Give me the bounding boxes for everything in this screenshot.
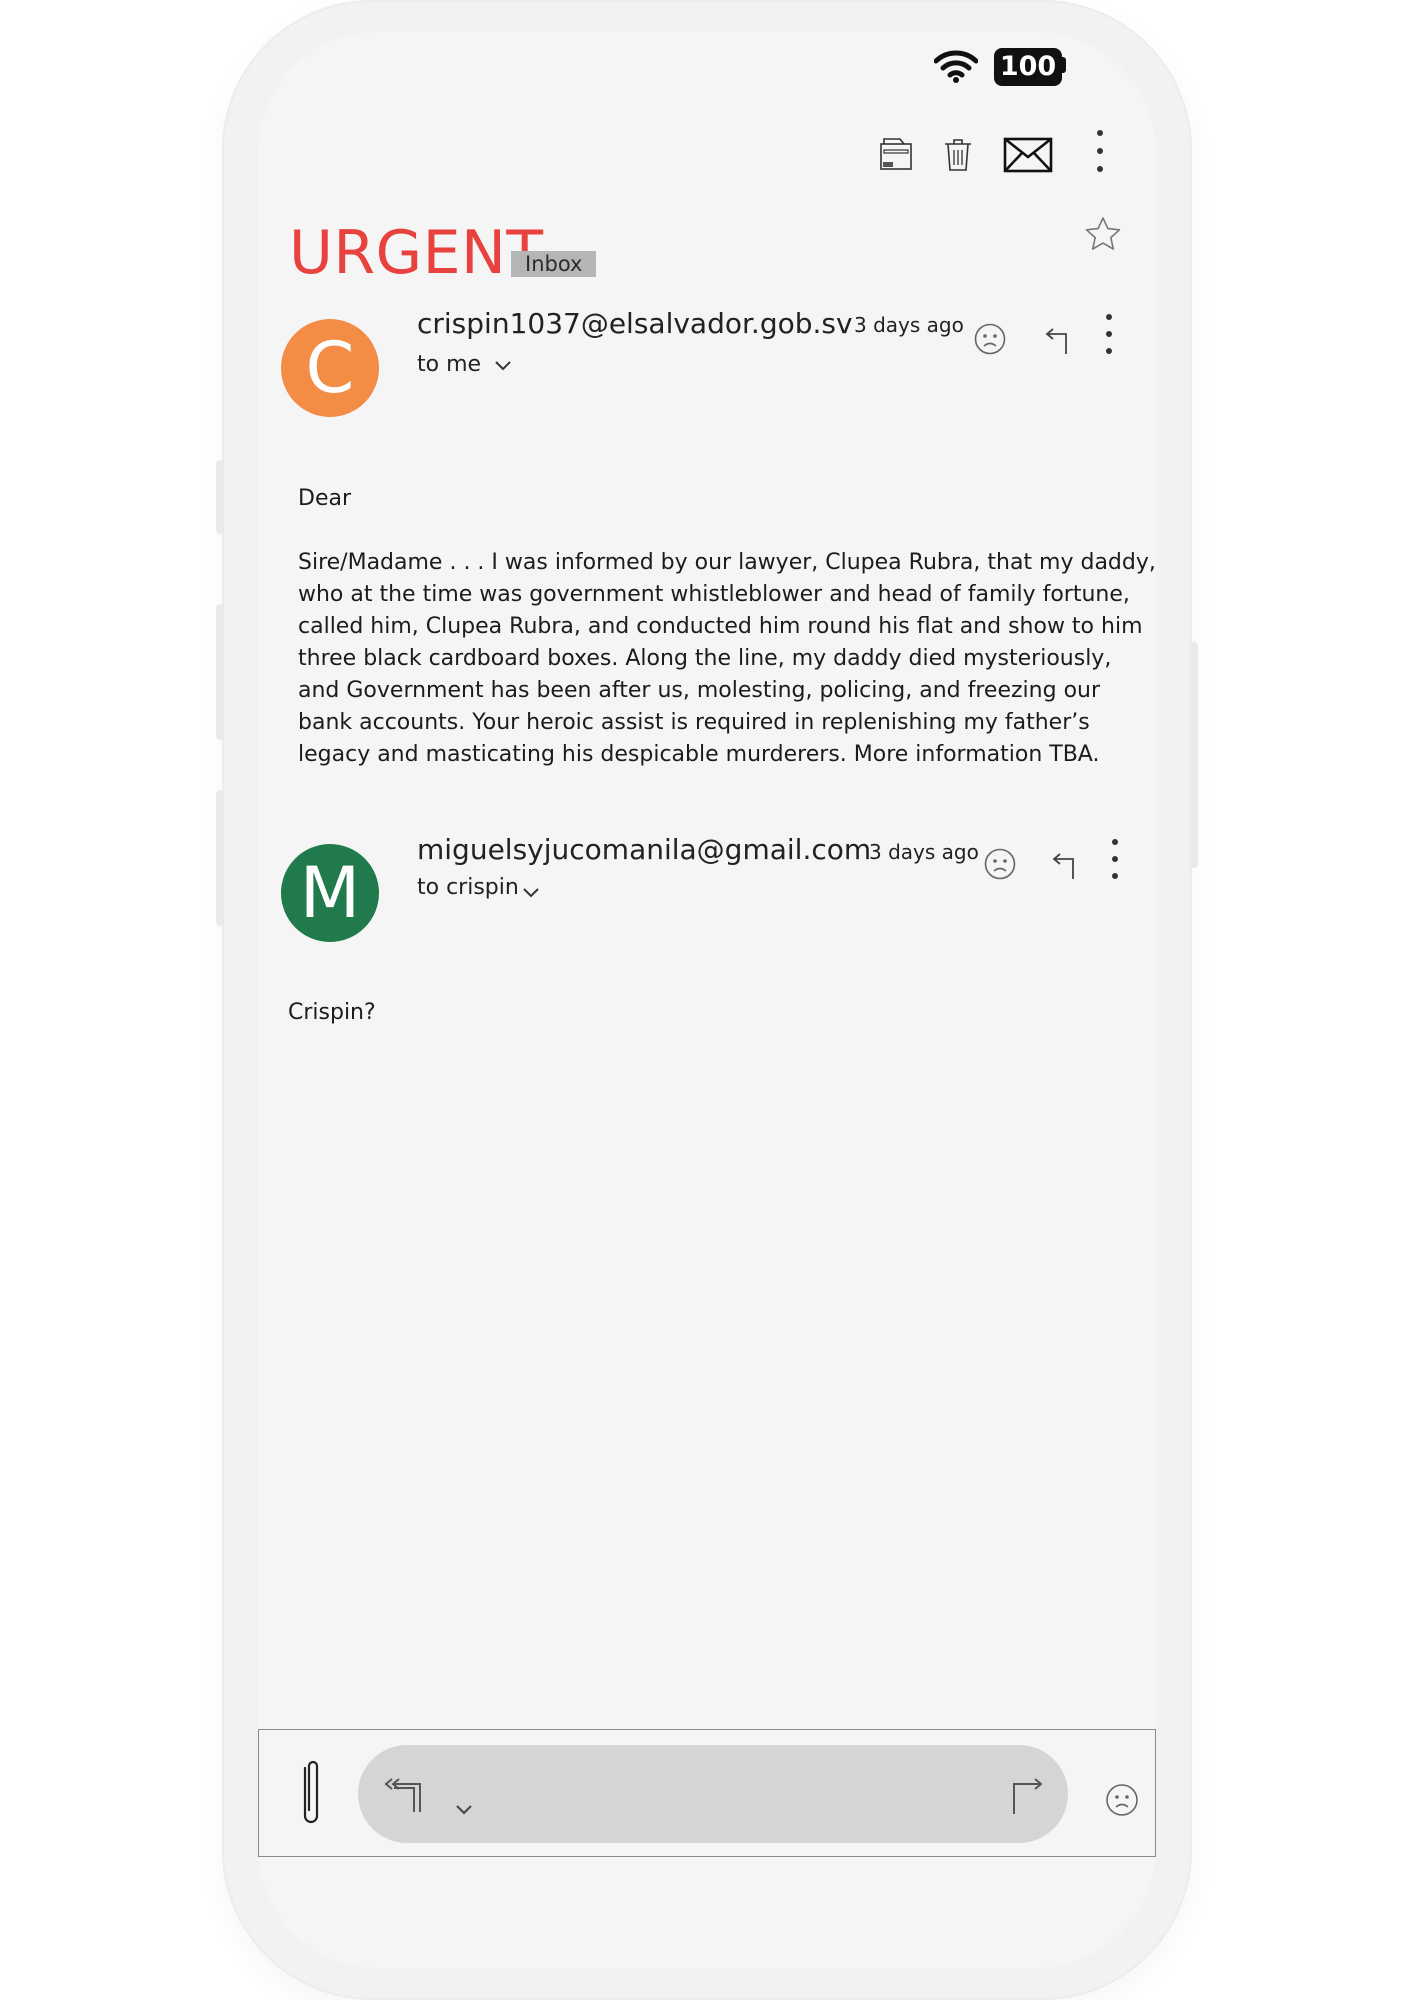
star-icon[interactable] (1084, 216, 1122, 252)
chevron-down-icon[interactable] (494, 359, 512, 371)
sad-face-icon[interactable] (983, 847, 1017, 881)
message-time: 3 days ago (854, 313, 964, 337)
body-line (298, 515, 1156, 547)
message-body: Crispin? (288, 997, 376, 1029)
body-line: Sire/Madame . . . I was informed by our … (298, 550, 1156, 575)
wifi-icon (934, 50, 978, 83)
message-time: 3 days ago (869, 840, 979, 864)
body-line: Crispin? (288, 1000, 376, 1025)
side-button (216, 460, 224, 534)
trash-icon[interactable] (942, 136, 974, 174)
forward-icon[interactable] (1008, 1772, 1048, 1816)
sad-face-icon[interactable] (973, 322, 1007, 356)
body-line: called him, Clupea Rubra, and conducted … (298, 614, 1143, 639)
battery-indicator: 100 (994, 48, 1062, 86)
reply-icon[interactable] (1042, 324, 1072, 356)
body-line: and Government has been after us, molest… (298, 678, 1101, 703)
avatar[interactable]: C (281, 319, 379, 417)
avatar[interactable]: M (281, 844, 379, 942)
more-vertical-icon[interactable] (1108, 837, 1122, 881)
battery-tip (1061, 57, 1066, 73)
body-line: three black cardboard boxes. Along the l… (298, 646, 1112, 671)
power-button (1190, 642, 1198, 868)
body-line: who at the time was government whistlebl… (298, 582, 1130, 607)
recipient-text: to me (417, 352, 482, 377)
chevron-down-icon[interactable] (455, 1803, 473, 1815)
archive-folder-icon[interactable] (878, 136, 914, 172)
email-subject: URGENT (289, 218, 544, 288)
sad-face-icon[interactable] (1104, 1782, 1140, 1818)
sender-address[interactable]: crispin1037@elsalvador.gob.sv (417, 307, 853, 340)
body-line: legacy and masticating his despicable mu… (298, 742, 1100, 767)
recipient-text: to crispin (417, 875, 519, 900)
message-body: Dear Sire/Madame . . . I was informed by… (298, 483, 1156, 771)
body-line: bank accounts. Your heroic assist is req… (298, 710, 1090, 735)
label-chip-inbox[interactable]: Inbox (511, 251, 597, 277)
side-button (216, 790, 224, 926)
reply-all-icon[interactable] (380, 1772, 428, 1816)
body-line: Dear (298, 486, 352, 511)
chevron-down-icon[interactable] (522, 886, 540, 898)
paperclip-icon[interactable] (298, 1758, 324, 1828)
reply-composer[interactable] (358, 1745, 1068, 1843)
reply-icon[interactable] (1049, 849, 1079, 881)
more-vertical-icon[interactable] (1092, 128, 1108, 174)
side-button (216, 604, 224, 740)
more-vertical-icon[interactable] (1102, 312, 1116, 356)
sender-address[interactable]: miguelsyjucomanila@gmail.com (417, 833, 871, 866)
envelope-icon[interactable] (1003, 136, 1053, 174)
